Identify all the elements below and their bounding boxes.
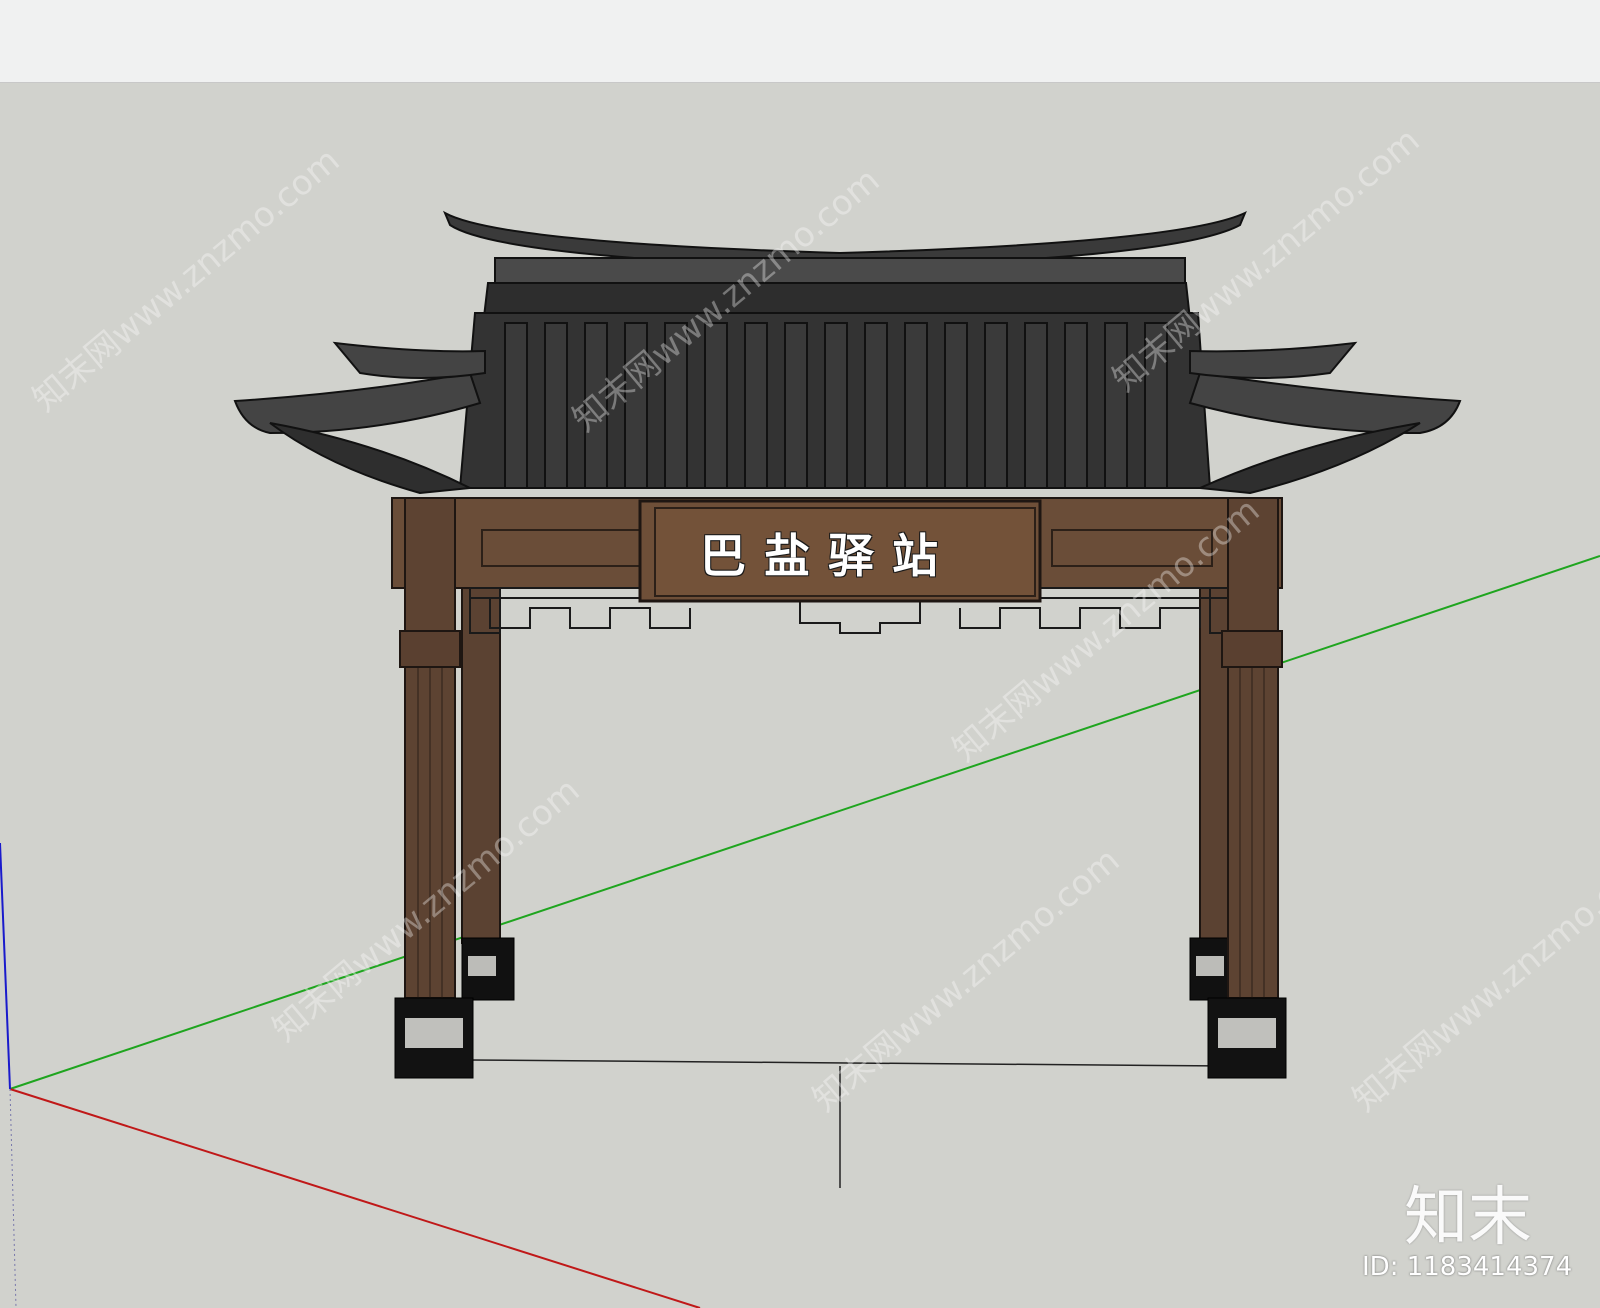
sign-title: 巴盐驿站 [700, 529, 956, 583]
brand-logo: 知末 [1404, 1181, 1532, 1255]
scene-svg [0, 210, 1600, 1308]
green-axis [9, 555, 1600, 1090]
brand-id-label: ID: 1183414374 [1362, 1252, 1573, 1282]
blue-axis-dotted [9, 1088, 17, 1308]
red-axis [9, 1088, 701, 1308]
blue-axis [0, 842, 11, 1090]
toolbar-area [0, 0, 1600, 83]
model-viewport[interactable]: 知末网www.znzmo.com 知末网www.znzmo.com 知末网www… [0, 83, 1600, 1308]
back-left-pillar [461, 572, 515, 1001]
